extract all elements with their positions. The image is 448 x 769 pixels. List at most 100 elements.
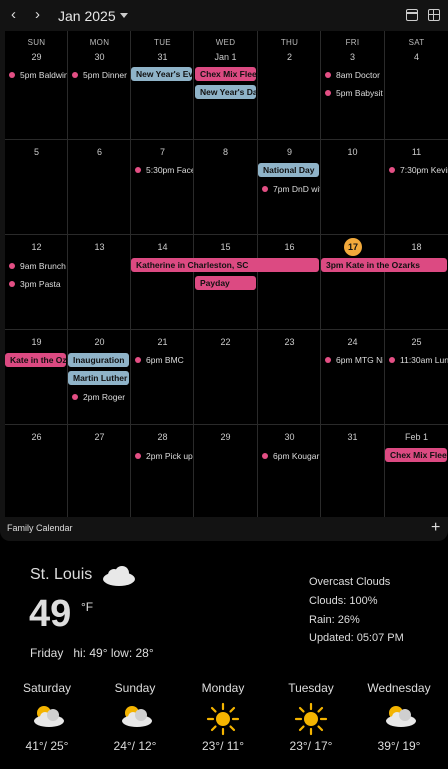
day-number[interactable]: 23 [258,337,321,347]
weekday-tue: TUE [154,38,171,47]
allday-event[interactable]: Kate in the Ozarks [5,353,66,367]
allday-event[interactable]: Chex Mix Fleet [195,67,256,81]
day-number[interactable]: 19 [5,337,68,347]
rain-chance: Rain: 26% [309,614,360,626]
calendar-event[interactable]: 2pm Pick up [135,450,193,461]
weekday-wed: WED [215,38,236,47]
day-number[interactable]: 28 [131,432,194,442]
day-number[interactable]: 8 [194,147,257,157]
calendar-event[interactable]: 5:30pm Facebook [135,164,193,175]
day-number[interactable]: 14 [131,242,194,252]
day-number[interactable]: 29 [194,432,257,442]
temperature-unit: °F [81,600,94,614]
updated-time: Updated: 05:07 PM [309,632,404,644]
day-number[interactable]: 26 [5,432,68,442]
allday-event[interactable]: New Year's Eve [131,67,192,81]
weekday-sun: SUN [27,38,46,47]
add-event-button[interactable]: + [431,519,440,537]
day-number[interactable]: 10 [321,147,384,157]
allday-event[interactable]: Payday [195,276,256,290]
forecast-temps: 39°/ 19° [377,739,421,753]
day-number[interactable]: 16 [258,242,321,252]
day-number[interactable]: 6 [68,147,131,157]
day-number[interactable]: 30 [258,432,321,442]
day-number[interactable]: 15 [194,242,257,252]
day-number[interactable]: 2 [258,52,321,62]
day-name: Friday [30,646,64,660]
sun-icon [294,702,328,736]
weekday-sat: SAT [408,38,425,47]
calendar-event[interactable]: 8am Doctor [325,69,383,80]
calendar-event[interactable]: 9am Brunch [9,260,67,271]
calendar-event[interactable]: 7pm DnD with [262,183,320,194]
day-number[interactable]: 27 [68,432,131,442]
condition: Overcast Clouds [309,576,391,588]
allday-event[interactable]: Martin Luther King Jr. Day [68,371,129,385]
day-number[interactable]: 12 [5,242,68,252]
forecast-temps: 41°/ 25° [25,739,69,753]
current-temperature: 49 [29,593,72,635]
day-number[interactable]: 31 [131,52,194,62]
weekday-fri: FRI [345,38,360,47]
day-number[interactable]: 4 [385,52,448,62]
day-number[interactable]: Feb 1 [385,432,448,442]
calendar-event[interactable]: 5pm Dinner [72,69,130,80]
weekday-mon: MON [89,38,110,47]
calendar-event[interactable]: 11:30am Lunch [389,354,448,365]
allday-event[interactable]: Katherine in Charleston, SC [131,258,319,272]
day-number[interactable]: 22 [194,337,257,347]
allday-event[interactable]: Inauguration [68,353,129,367]
forecast-day: Wednesday [367,681,431,695]
day-number[interactable]: 24 [321,337,384,347]
calendar-view-icon[interactable] [406,9,418,21]
cloud-icon [103,566,135,586]
day-number[interactable]: 5 [5,147,68,157]
today-marker[interactable]: 17 [344,238,362,256]
previous-month-icon[interactable]: ‹ [11,6,16,23]
day-number[interactable]: 13 [68,242,131,252]
calendar-event[interactable]: 5pm Babysitting [325,87,383,98]
day-number[interactable]: 31 [321,432,384,442]
month-grid: SUN MON TUE WED THU FRI SAT 29 30 31 Jan… [5,31,448,517]
day-number[interactable]: 20 [68,337,131,347]
calendar-event[interactable]: 6pm Kougar [262,450,320,461]
day-number[interactable]: 25 [385,337,448,347]
allday-event[interactable]: New Year's Day [195,85,256,99]
day-number[interactable]: 29 [5,52,68,62]
allday-event[interactable]: Chex Mix Fleet [385,448,447,462]
allday-event[interactable]: 3pm Kate in the Ozarks [321,258,447,272]
calendar-event[interactable]: 3pm Pasta [9,278,67,289]
city-name: St. Louis [30,566,93,583]
calendar-event[interactable]: 7:30pm Kevin [389,164,448,175]
day-number[interactable]: 30 [68,52,131,62]
month-label[interactable]: Jan 2025 [58,8,116,24]
day-number[interactable]: 3 [321,52,384,62]
calendar-event[interactable]: 2pm Roger [72,391,130,402]
weekday-thu: THU [280,38,299,47]
calendar-event[interactable]: 6pm MTG Night [325,354,383,365]
next-month-icon[interactable]: › [35,6,40,23]
forecast-temps: 23°/ 17° [289,739,333,753]
day-number[interactable]: 11 [385,147,448,157]
today-summary: Friday hi: 49° low: 28° [30,646,154,660]
chevron-down-icon[interactable] [120,13,128,18]
partly-cloudy-icon [34,706,64,727]
day-number[interactable]: 7 [131,147,194,157]
forecast-temps: 24°/ 12° [113,739,157,753]
day-number[interactable]: 9 [258,147,321,157]
hi-low: hi: 49° low: 28° [73,646,154,660]
calendar-event[interactable]: 5pm Baldwin [9,69,67,80]
calendar-name: Family Calendar [7,523,73,533]
day-number[interactable]: Jan 1 [194,52,257,62]
forecast-day: Tuesday [288,681,334,695]
calendar-header: ‹ › Jan 2025 [0,0,448,31]
day-number[interactable]: 18 [385,242,448,252]
forecast-temps: 23°/ 11° [201,739,245,753]
calendar-event[interactable]: 6pm BMC [135,354,193,365]
forecast-day: Saturday [22,681,72,695]
allday-event[interactable]: National Day [258,163,319,177]
day-number[interactable]: 21 [131,337,194,347]
calendar-widget: ‹ › Jan 2025 SUN MON TUE WED THU FRI SAT… [0,0,448,541]
grid-view-icon[interactable] [428,9,440,21]
forecast-day: Sunday [114,681,156,695]
